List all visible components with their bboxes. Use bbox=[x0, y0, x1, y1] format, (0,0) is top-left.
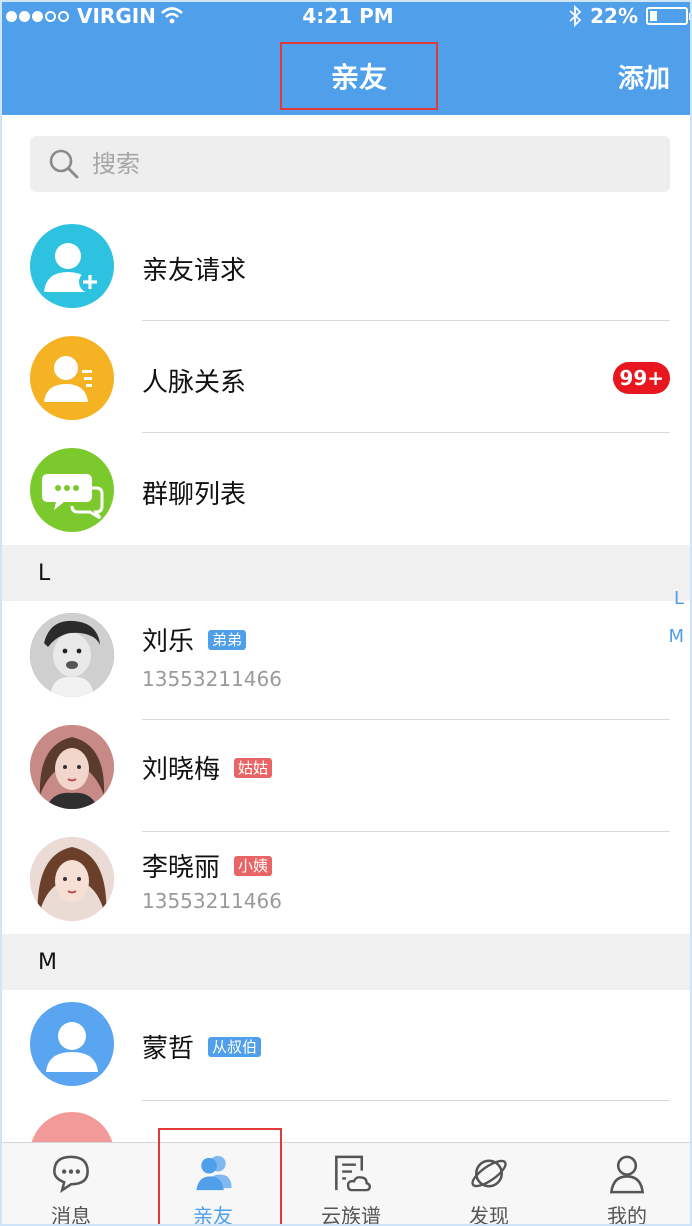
active-tab-highlight bbox=[158, 1128, 282, 1224]
contact-row[interactable]: 蒙哲 从叔伯 bbox=[2, 990, 690, 1102]
tab-bar: 消息 亲友 云族谱 发现 我的 bbox=[2, 1142, 690, 1226]
avatar bbox=[30, 837, 114, 921]
tab-profile[interactable]: 我的 bbox=[558, 1143, 690, 1226]
contact-row[interactable]: 李晓丽 小姨 13553211466 bbox=[2, 833, 690, 945]
divider bbox=[142, 719, 670, 720]
section-header-l: L bbox=[2, 545, 690, 601]
bluetooth-icon bbox=[569, 5, 582, 27]
tab-label: 发现 bbox=[469, 1204, 509, 1226]
add-button[interactable]: 添加 bbox=[618, 58, 670, 95]
contact-name-row: 刘乐 弟弟 bbox=[142, 621, 247, 658]
add-user-icon bbox=[30, 224, 114, 308]
avatar bbox=[30, 1002, 114, 1086]
connections-label: 人脉关系 bbox=[142, 368, 247, 398]
top-bar: VIRGIN 4:21 PM 22% 亲友 添加 bbox=[2, 2, 690, 115]
relation-tag: 从叔伯 bbox=[208, 1036, 262, 1057]
battery-percent: 22% bbox=[590, 4, 638, 28]
contact-name: 刘晓梅 bbox=[142, 755, 221, 785]
group-chats-item[interactable]: 群聊列表 bbox=[2, 434, 690, 546]
connections-item[interactable]: 人脉关系 99+ bbox=[2, 322, 690, 434]
section-header-m: M bbox=[2, 934, 690, 990]
search-icon bbox=[49, 149, 79, 179]
divider bbox=[142, 1100, 670, 1101]
family-tree-icon bbox=[335, 1155, 371, 1192]
status-right: 22% bbox=[568, 4, 690, 28]
contact-name-row: 刘晓梅 姑姑 bbox=[142, 749, 273, 786]
friend-requests-label: 亲友请求 bbox=[142, 256, 247, 286]
search-input[interactable] bbox=[92, 150, 592, 178]
avatar bbox=[30, 613, 114, 697]
divider bbox=[142, 831, 670, 832]
status-bar: VIRGIN 4:21 PM 22% bbox=[2, 2, 690, 32]
group-chats-label: 群聊列表 bbox=[142, 480, 247, 510]
contact-row[interactable]: 刘乐 弟弟 13553211466 bbox=[2, 601, 690, 720]
message-icon bbox=[53, 1155, 89, 1194]
search-bar[interactable] bbox=[30, 136, 670, 192]
contact-name: 李晓丽 bbox=[142, 853, 221, 883]
contact-name-row: 蒙哲 从叔伯 bbox=[142, 1028, 262, 1065]
relation-tag: 小姨 bbox=[234, 855, 273, 876]
friend-requests-item[interactable]: 亲友请求 bbox=[2, 210, 690, 322]
contact-name: 刘乐 bbox=[142, 627, 195, 657]
index-letter-m[interactable]: M bbox=[668, 626, 684, 647]
divider bbox=[142, 320, 670, 321]
notification-badge: 99+ bbox=[613, 362, 670, 394]
app-screen: VIRGIN 4:21 PM 22% 亲友 添加 搜索 亲友请求 人脉关系 99… bbox=[0, 0, 692, 1226]
relation-tag: 弟弟 bbox=[208, 629, 247, 650]
contact-row[interactable]: 刘晓梅 姑姑 bbox=[2, 721, 690, 833]
tab-discover[interactable]: 发现 bbox=[420, 1143, 558, 1226]
contact-name: 蒙哲 bbox=[142, 1034, 195, 1064]
battery-icon bbox=[646, 7, 690, 25]
chat-bubbles-icon bbox=[30, 448, 114, 532]
tab-label: 云族谱 bbox=[321, 1204, 381, 1226]
tab-label: 消息 bbox=[51, 1204, 91, 1226]
divider bbox=[142, 432, 670, 433]
contact-phone: 13553211466 bbox=[142, 667, 282, 691]
planet-icon bbox=[471, 1159, 507, 1188]
tab-family-tree[interactable]: 云族谱 bbox=[282, 1143, 420, 1226]
contacts-icon bbox=[30, 336, 114, 420]
contact-name-row: 李晓丽 小姨 bbox=[142, 847, 273, 884]
tab-messages[interactable]: 消息 bbox=[2, 1143, 140, 1226]
contact-phone: 13553211466 bbox=[142, 889, 282, 913]
avatar bbox=[30, 725, 114, 809]
tab-label: 我的 bbox=[607, 1204, 647, 1226]
page-title: 亲友 bbox=[280, 42, 438, 110]
index-letter-l[interactable]: L bbox=[674, 588, 684, 609]
profile-icon bbox=[609, 1155, 645, 1194]
relation-tag: 姑姑 bbox=[234, 757, 273, 778]
